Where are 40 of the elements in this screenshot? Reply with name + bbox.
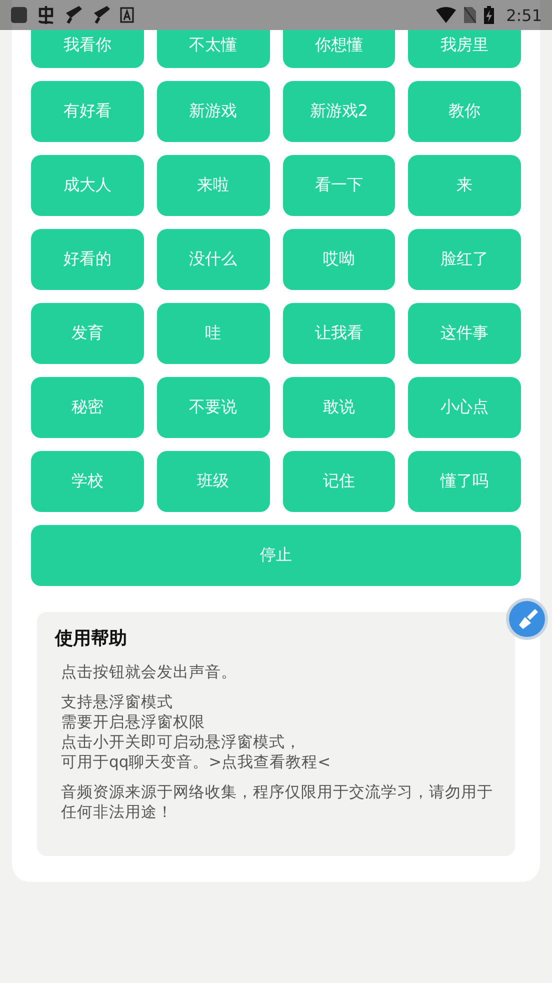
sound-button[interactable]: 班级 xyxy=(156,451,270,512)
sound-button[interactable]: 这件事 xyxy=(408,303,521,364)
battery-charging-icon xyxy=(484,6,494,24)
broom-icon[interactable] xyxy=(505,597,549,641)
sound-button[interactable]: 来 xyxy=(408,155,521,216)
sound-button[interactable]: 不太懂 xyxy=(156,30,270,68)
sound-button[interactable]: 发育 xyxy=(31,303,144,364)
sound-button[interactable]: 小心点 xyxy=(408,377,521,438)
sound-button[interactable]: 让我看 xyxy=(282,303,396,364)
sound-button[interactable]: 懂了吗 xyxy=(408,451,521,512)
sound-button[interactable]: 不要说 xyxy=(156,377,270,438)
help-paragraph: 音频资源来源于网络收集，程序仅限用于交流学习，请勿用于任何非法用途！ xyxy=(61,782,494,822)
sound-button[interactable]: 有好看 xyxy=(31,81,144,142)
sound-button[interactable]: 没什么 xyxy=(156,229,270,290)
sound-button[interactable]: 来啦 xyxy=(156,155,270,216)
app-icon xyxy=(10,6,28,24)
help-title: 使用帮助 xyxy=(55,627,128,650)
sound-button[interactable]: 看一下 xyxy=(282,155,396,216)
sound-button[interactable]: 成大人 xyxy=(31,155,144,216)
sound-button[interactable]: 哇 xyxy=(156,303,270,364)
no-sim-icon xyxy=(464,7,476,23)
sound-button[interactable]: 哎呦 xyxy=(282,229,396,290)
sound-button[interactable]: 学校 xyxy=(31,451,144,512)
sound-button[interactable]: 我看你 xyxy=(31,30,144,68)
sound-button[interactable]: 敢说 xyxy=(282,377,396,438)
sound-button[interactable]: 你想懂 xyxy=(282,30,396,68)
sound-button[interactable]: 脸红了 xyxy=(408,229,521,290)
sound-button[interactable]: 新游戏2 xyxy=(282,81,396,142)
status-time: 2:51 xyxy=(506,6,542,24)
sound-button[interactable]: 教你 xyxy=(408,81,521,142)
stop-button[interactable]: 停止 xyxy=(31,525,521,586)
sound-button[interactable]: 我房里 xyxy=(408,30,521,68)
help-paragraph: 支持悬浮窗模式 需要开启悬浮窗权限 点击小开关即可启动悬浮窗模式， 可用于qq聊天变音。>点我查看教程< xyxy=(61,692,332,772)
help-paragraph: 点击按钮就会发出声音。 xyxy=(61,662,238,682)
sound-button[interactable]: 记住 xyxy=(282,451,396,512)
text-icon xyxy=(120,7,134,23)
sound-button[interactable]: 好看的 xyxy=(31,229,144,290)
sound-button[interactable]: 新游戏 xyxy=(156,81,270,142)
sound-button[interactable]: 秘密 xyxy=(31,377,144,438)
wifi-icon xyxy=(436,7,456,23)
